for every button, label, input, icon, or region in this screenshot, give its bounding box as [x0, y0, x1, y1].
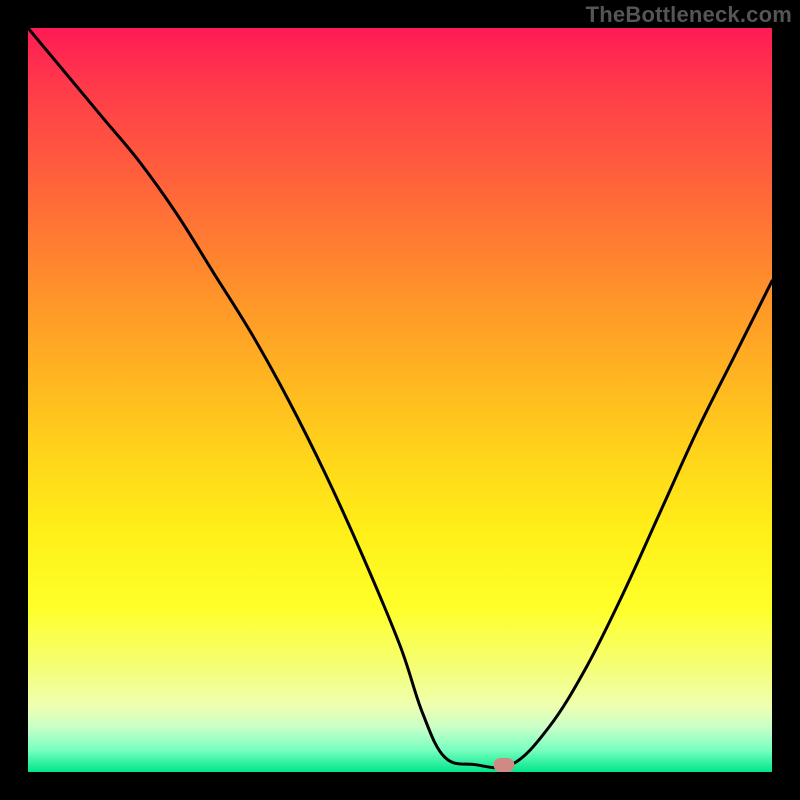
plot-area: [28, 28, 772, 772]
curve-svg: [28, 28, 772, 772]
chart-frame: TheBottleneck.com: [0, 0, 800, 800]
minimum-marker: [494, 758, 515, 772]
bottleneck-curve: [28, 28, 772, 768]
watermark-text: TheBottleneck.com: [586, 2, 792, 28]
